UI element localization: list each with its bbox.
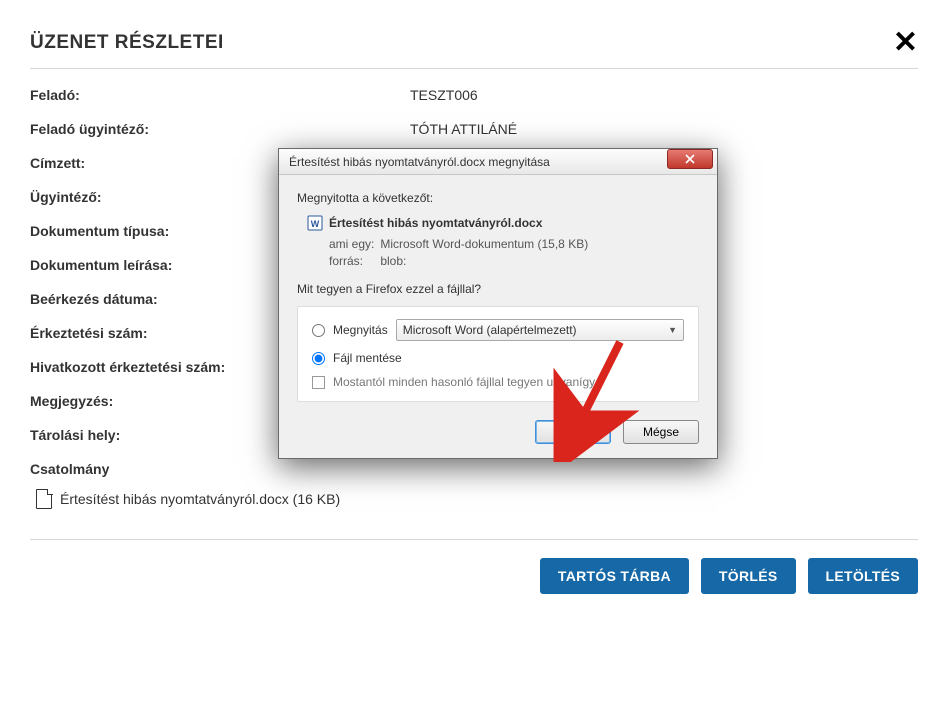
document-icon bbox=[36, 489, 52, 509]
open-file-dialog: Értesítést hibás nyomtatványról.docx meg… bbox=[278, 148, 718, 459]
attachment-section-label: Csatolmány bbox=[30, 461, 918, 477]
panel-title: ÜZENET RÉSZLETEI bbox=[30, 32, 224, 54]
dialog-filename: Értesítést hibás nyomtatványról.docx bbox=[329, 216, 542, 230]
value-felado-ugyintezo: TÓTH ATTILÁNÉ bbox=[410, 121, 918, 137]
attachment-row[interactable]: Értesítést hibás nyomtatványról.docx (16… bbox=[30, 489, 918, 509]
dialog-footer: OK Mégse bbox=[297, 420, 699, 444]
panel-header: ÜZENET RÉSZLETEI ✕ bbox=[30, 28, 918, 69]
attachment-filename: Értesítést hibás nyomtatványról.docx (16… bbox=[60, 491, 340, 507]
word-doc-icon: W bbox=[307, 215, 323, 231]
open-with-value: Microsoft Word (alapértelmezett) bbox=[403, 323, 577, 337]
radio-save-row[interactable]: Fájl mentése bbox=[312, 351, 684, 365]
row-felado: Feladó: TESZT006 bbox=[30, 87, 918, 103]
dialog-type-key: ami egy: bbox=[329, 237, 377, 251]
radio-open-label: Megnyitás bbox=[333, 323, 388, 337]
dialog-action-group: Megnyitás Microsoft Word (alapértelmezet… bbox=[297, 306, 699, 402]
radio-open-row[interactable]: Megnyitás Microsoft Word (alapértelmezet… bbox=[312, 319, 684, 341]
download-button[interactable]: LETÖLTÉS bbox=[808, 558, 918, 594]
dialog-type-val: Microsoft Word-dokumentum (15,8 KB) bbox=[380, 237, 588, 251]
dialog-title: Értesítést hibás nyomtatványról.docx meg… bbox=[289, 155, 550, 169]
svg-text:W: W bbox=[311, 219, 320, 229]
dialog-file-row: W Értesítést hibás nyomtatványról.docx bbox=[307, 215, 699, 231]
label-felado: Feladó: bbox=[30, 87, 410, 103]
open-with-select[interactable]: Microsoft Word (alapértelmezett) ▼ bbox=[396, 319, 684, 341]
radio-save-label: Fájl mentése bbox=[333, 351, 402, 365]
value-felado: TESZT006 bbox=[410, 87, 918, 103]
radio-open[interactable] bbox=[312, 324, 325, 337]
close-icon[interactable]: ✕ bbox=[893, 28, 918, 58]
remember-checkbox[interactable] bbox=[312, 376, 325, 389]
cancel-button[interactable]: Mégse bbox=[623, 420, 699, 444]
row-felado-ugyintezo: Feladó ügyintéző: TÓTH ATTILÁNÉ bbox=[30, 121, 918, 137]
dialog-source-key: forrás: bbox=[329, 254, 377, 268]
label-felado-ugyintezo: Feladó ügyintéző: bbox=[30, 121, 410, 137]
opened-label: Megnyitotta a következőt: bbox=[297, 191, 699, 205]
remember-choice-row[interactable]: Mostantól minden hasonló fájllal tegyen … bbox=[312, 375, 684, 389]
footer-buttons: TARTÓS TÁRBA TÖRLÉS LETÖLTÉS bbox=[30, 539, 918, 594]
archive-button[interactable]: TARTÓS TÁRBA bbox=[540, 558, 689, 594]
remember-label: Mostantól minden hasonló fájllal tegyen … bbox=[333, 375, 595, 389]
dialog-source-row: forrás: blob: bbox=[329, 254, 699, 268]
dialog-close-button[interactable] bbox=[667, 149, 713, 169]
close-icon bbox=[685, 154, 695, 164]
dialog-type-row: ami egy: Microsoft Word-dokumentum (15,8… bbox=[329, 237, 699, 251]
chevron-down-icon: ▼ bbox=[668, 325, 677, 335]
ok-button[interactable]: OK bbox=[535, 420, 611, 444]
dialog-question: Mit tegyen a Firefox ezzel a fájllal? bbox=[297, 282, 699, 296]
radio-save[interactable] bbox=[312, 352, 325, 365]
delete-button[interactable]: TÖRLÉS bbox=[701, 558, 796, 594]
dialog-titlebar[interactable]: Értesítést hibás nyomtatványról.docx meg… bbox=[279, 149, 717, 175]
dialog-source-val: blob: bbox=[380, 254, 406, 268]
dialog-body: Megnyitotta a következőt: W Értesítést h… bbox=[279, 175, 717, 458]
